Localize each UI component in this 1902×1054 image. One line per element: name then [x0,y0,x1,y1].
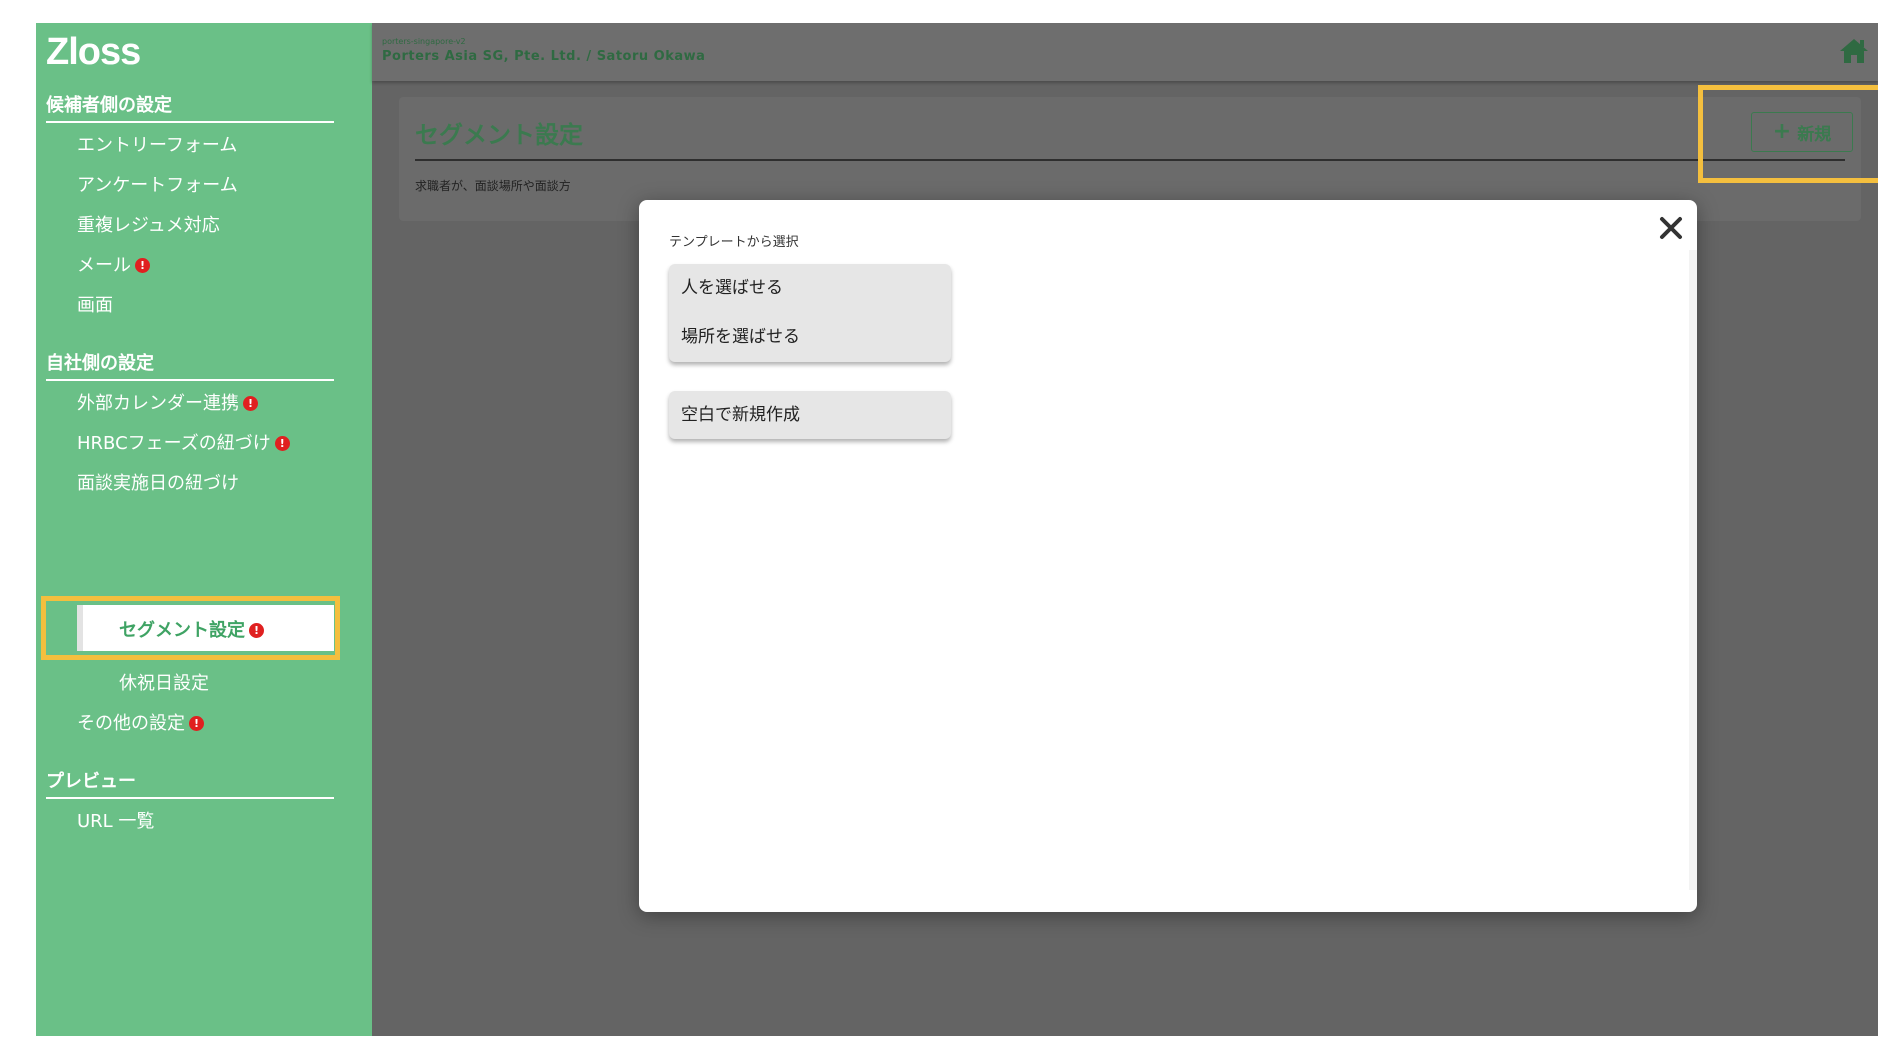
modal-scrollbar[interactable] [1689,250,1697,890]
sidebar-item-label: メール [77,255,131,276]
sidebar-item-segment[interactable]: セグメント設定! [77,605,334,651]
sidebar-item-hrbc-phase[interactable]: HRBCフェーズの紐づけ! [77,429,290,455]
company-user: Porters Asia SG, Pte. Ltd. / Satoru Okaw… [382,49,706,64]
sidebar: Zloss 候補者側の設定 エントリーフォーム アンケートフォーム 重複レジュメ… [36,23,372,1036]
app-logo: Zloss [46,31,141,73]
title-divider [415,159,1845,161]
sidebar-item-label: セグメント設定 [119,620,245,641]
section-title-preview: プレビュー [46,767,334,799]
section-title-company: 自社側の設定 [46,349,334,381]
app-window: Zloss 候補者側の設定 エントリーフォーム アンケートフォーム 重複レジュメ… [36,23,1878,1036]
home-icon[interactable] [1839,37,1869,65]
alert-icon: ! [274,436,290,451]
template-option-person[interactable]: 人を選ばせる [669,264,951,313]
new-button-label: 新規 [1797,124,1832,145]
sidebar-item-holiday[interactable]: 休祝日設定 [119,669,209,695]
sidebar-item-duplicate-resume[interactable]: 重複レジュメ対応 [77,211,220,237]
page-title: セグメント設定 [415,121,583,149]
tenant-name: porters-singapore-v2 [382,37,466,46]
plus-icon: + [1772,119,1792,144]
sidebar-item-label-wrap: セグメント設定! [119,616,264,642]
alert-icon: ! [189,716,204,731]
alert-icon: ! [135,258,150,273]
sidebar-item-mail[interactable]: メール! [77,251,150,277]
template-option-place[interactable]: 場所を選ばせる [669,313,951,362]
alert-icon: ! [243,396,258,411]
template-modal: テンプレートから選択 人を選ばせる 場所を選ばせる 空白で新規作成 [639,200,1697,912]
sidebar-item-url-list[interactable]: URL 一覧 [77,807,154,833]
top-bar: porters-singapore-v2 Porters Asia SG, Pt… [372,23,1878,81]
alert-icon: ! [249,623,264,638]
close-icon[interactable] [1657,214,1685,242]
template-list: 人を選ばせる 場所を選ばせる [669,264,951,362]
sidebar-item-interview-date[interactable]: 面談実施日の紐づけ [77,469,239,495]
page-description: 求職者が、面談場所や面談方 [415,179,571,193]
sidebar-item-label: HRBCフェーズの紐づけ [77,433,271,454]
sidebar-item-external-calendar[interactable]: 外部カレンダー連携! [77,389,258,415]
section-title-candidate: 候補者側の設定 [46,91,334,123]
sidebar-item-survey-form[interactable]: アンケートフォーム [77,171,238,197]
new-button[interactable]: + 新規 [1751,112,1853,152]
modal-label: テンプレートから選択 [669,235,799,250]
sidebar-item-label: 外部カレンダー連携 [77,393,239,414]
sidebar-item-other[interactable]: その他の設定! [77,709,204,735]
sidebar-item-screen[interactable]: 画面 [77,291,113,317]
sidebar-item-label: その他の設定 [77,713,185,734]
sidebar-item-entry-form[interactable]: エントリーフォーム [77,131,237,157]
blank-create-button[interactable]: 空白で新規作成 [669,391,951,439]
